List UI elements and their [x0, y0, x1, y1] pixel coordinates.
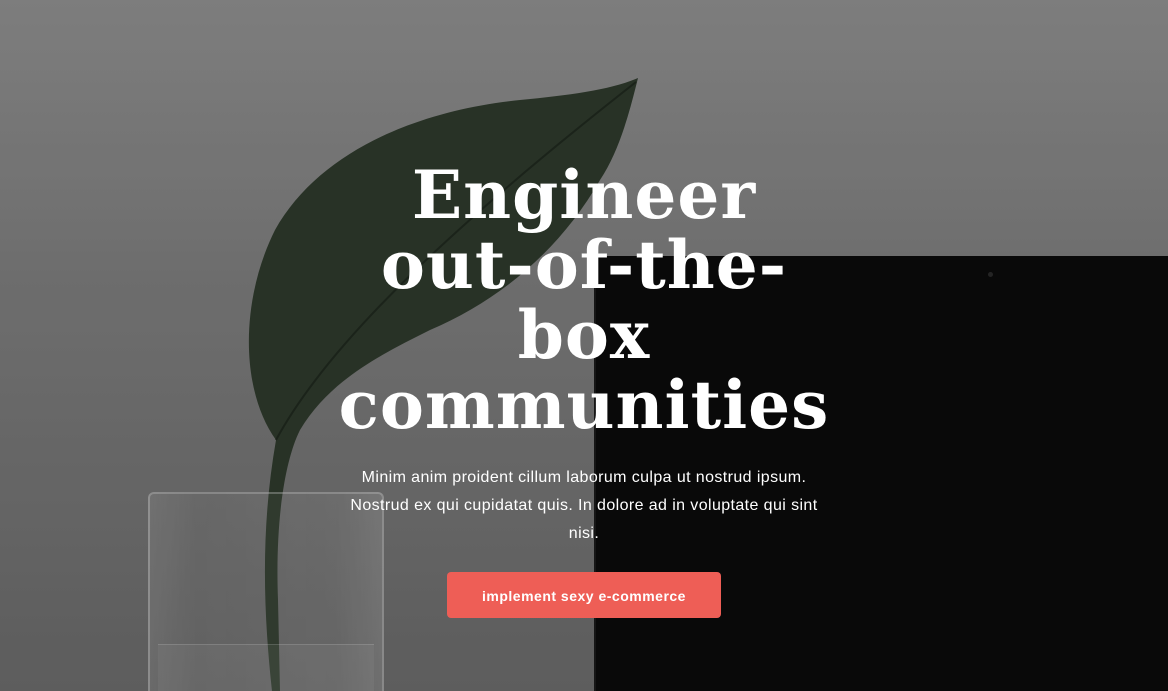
cta-button[interactable]: implement sexy e-commerce [447, 572, 721, 618]
hero-content: Engineer out-of-the-box communities Mini… [0, 160, 1168, 618]
hero-subtext: Minim anim proident cillum laborum culpa… [350, 469, 818, 542]
hero-section: Engineer out-of-the-box communities Mini… [0, 0, 1168, 691]
hero-headline: Engineer out-of-the-box communities [338, 156, 830, 444]
